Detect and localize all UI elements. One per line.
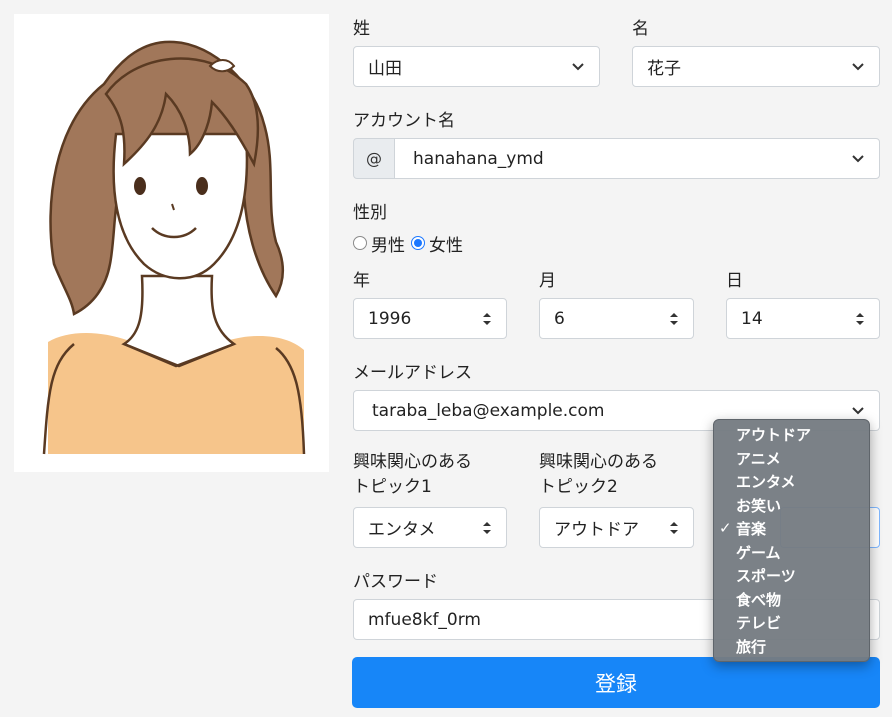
updown-icon: [482, 311, 492, 327]
chevron-down-icon: [851, 404, 865, 418]
profile-avatar: [14, 14, 329, 472]
menu-item-selected[interactable]: ✓ 音楽: [714, 517, 869, 541]
menu-item[interactable]: アニメ: [714, 447, 869, 471]
gender-radio-group: 男性 女性: [353, 231, 463, 256]
topic2-label-line1: 興味関心のある: [539, 452, 658, 472]
last-name-value: 山田: [368, 59, 402, 79]
year-label: 年: [353, 271, 370, 291]
email-value: taraba_leba@example.com: [372, 400, 605, 421]
at-prefix: @: [353, 138, 395, 179]
account-value: hanahana_ymd: [413, 148, 544, 169]
menu-item-label: 食べ物: [736, 590, 782, 609]
updown-icon: [855, 311, 865, 327]
menu-item[interactable]: テレビ: [714, 611, 869, 635]
last-name-select[interactable]: 山田: [353, 46, 600, 87]
email-label: メールアドレス: [353, 363, 472, 383]
menu-item-label: 旅行: [736, 637, 767, 656]
avatar-illustration: [42, 40, 306, 455]
account-select[interactable]: hanahana_ymd: [394, 138, 880, 179]
day-value: 14: [741, 308, 763, 329]
menu-item[interactable]: 食べ物: [714, 588, 869, 612]
chevron-down-icon: [571, 60, 585, 74]
menu-item-label: アニメ: [736, 449, 781, 468]
topic2-label-line2: トピック2: [539, 477, 618, 497]
chevron-down-icon: [851, 152, 865, 166]
menu-item-label: エンタメ: [736, 473, 796, 492]
topic-dropdown-menu: アウトドア アニメ エンタメ お笑い ✓ 音楽 ゲーム スポーツ 食べ物 テレビ …: [713, 419, 870, 662]
first-name-select[interactable]: 花子: [632, 46, 880, 87]
menu-item[interactable]: 旅行: [714, 635, 869, 659]
password-label: パスワード: [353, 572, 438, 592]
menu-item[interactable]: スポーツ: [714, 564, 869, 588]
chevron-down-icon: [851, 60, 865, 74]
day-select[interactable]: 14: [726, 298, 880, 339]
month-label: 月: [539, 271, 556, 291]
register-button[interactable]: 登録: [352, 657, 880, 708]
month-value: 6: [554, 308, 565, 329]
account-label: アカウント名: [353, 111, 455, 131]
female-radio[interactable]: [411, 236, 425, 250]
topic2-value: アウトドア: [554, 520, 639, 540]
topic1-select[interactable]: エンタメ: [353, 507, 507, 548]
day-label: 日: [726, 271, 743, 291]
checkmark-icon: ✓: [719, 519, 732, 537]
menu-item-label: ゲーム: [736, 543, 781, 562]
topic1-label-line1: 興味関心のある: [353, 452, 472, 472]
male-radio[interactable]: [353, 236, 367, 250]
month-select[interactable]: 6: [539, 298, 694, 339]
menu-item[interactable]: アウトドア: [714, 423, 869, 447]
gender-label: 性別: [353, 203, 387, 223]
first-name-label: 名: [632, 19, 649, 39]
menu-item[interactable]: お笑い: [714, 494, 869, 518]
topic1-label-line2: トピック1: [353, 477, 432, 497]
menu-item-label: テレビ: [736, 614, 782, 633]
menu-item[interactable]: ゲーム: [714, 541, 869, 565]
topic1-value: エンタメ: [368, 520, 436, 540]
menu-item-label: アウトドア: [736, 426, 812, 445]
topic1-label: 興味関心のある トピック1: [353, 450, 472, 500]
updown-icon: [669, 311, 679, 327]
updown-icon: [482, 520, 492, 536]
year-select[interactable]: 1996: [353, 298, 507, 339]
topic2-select[interactable]: アウトドア: [539, 507, 694, 548]
menu-item[interactable]: エンタメ: [714, 470, 869, 494]
menu-item-label: 音楽: [736, 520, 767, 539]
menu-item-label: お笑い: [736, 496, 782, 515]
female-label[interactable]: 女性: [429, 231, 463, 256]
male-label[interactable]: 男性: [371, 231, 405, 256]
topic2-label: 興味関心のある トピック2: [539, 450, 658, 500]
updown-icon: [669, 520, 679, 536]
last-name-label: 姓: [353, 19, 370, 39]
year-value: 1996: [368, 308, 412, 329]
first-name-value: 花子: [647, 59, 681, 79]
menu-item-label: スポーツ: [736, 567, 796, 586]
